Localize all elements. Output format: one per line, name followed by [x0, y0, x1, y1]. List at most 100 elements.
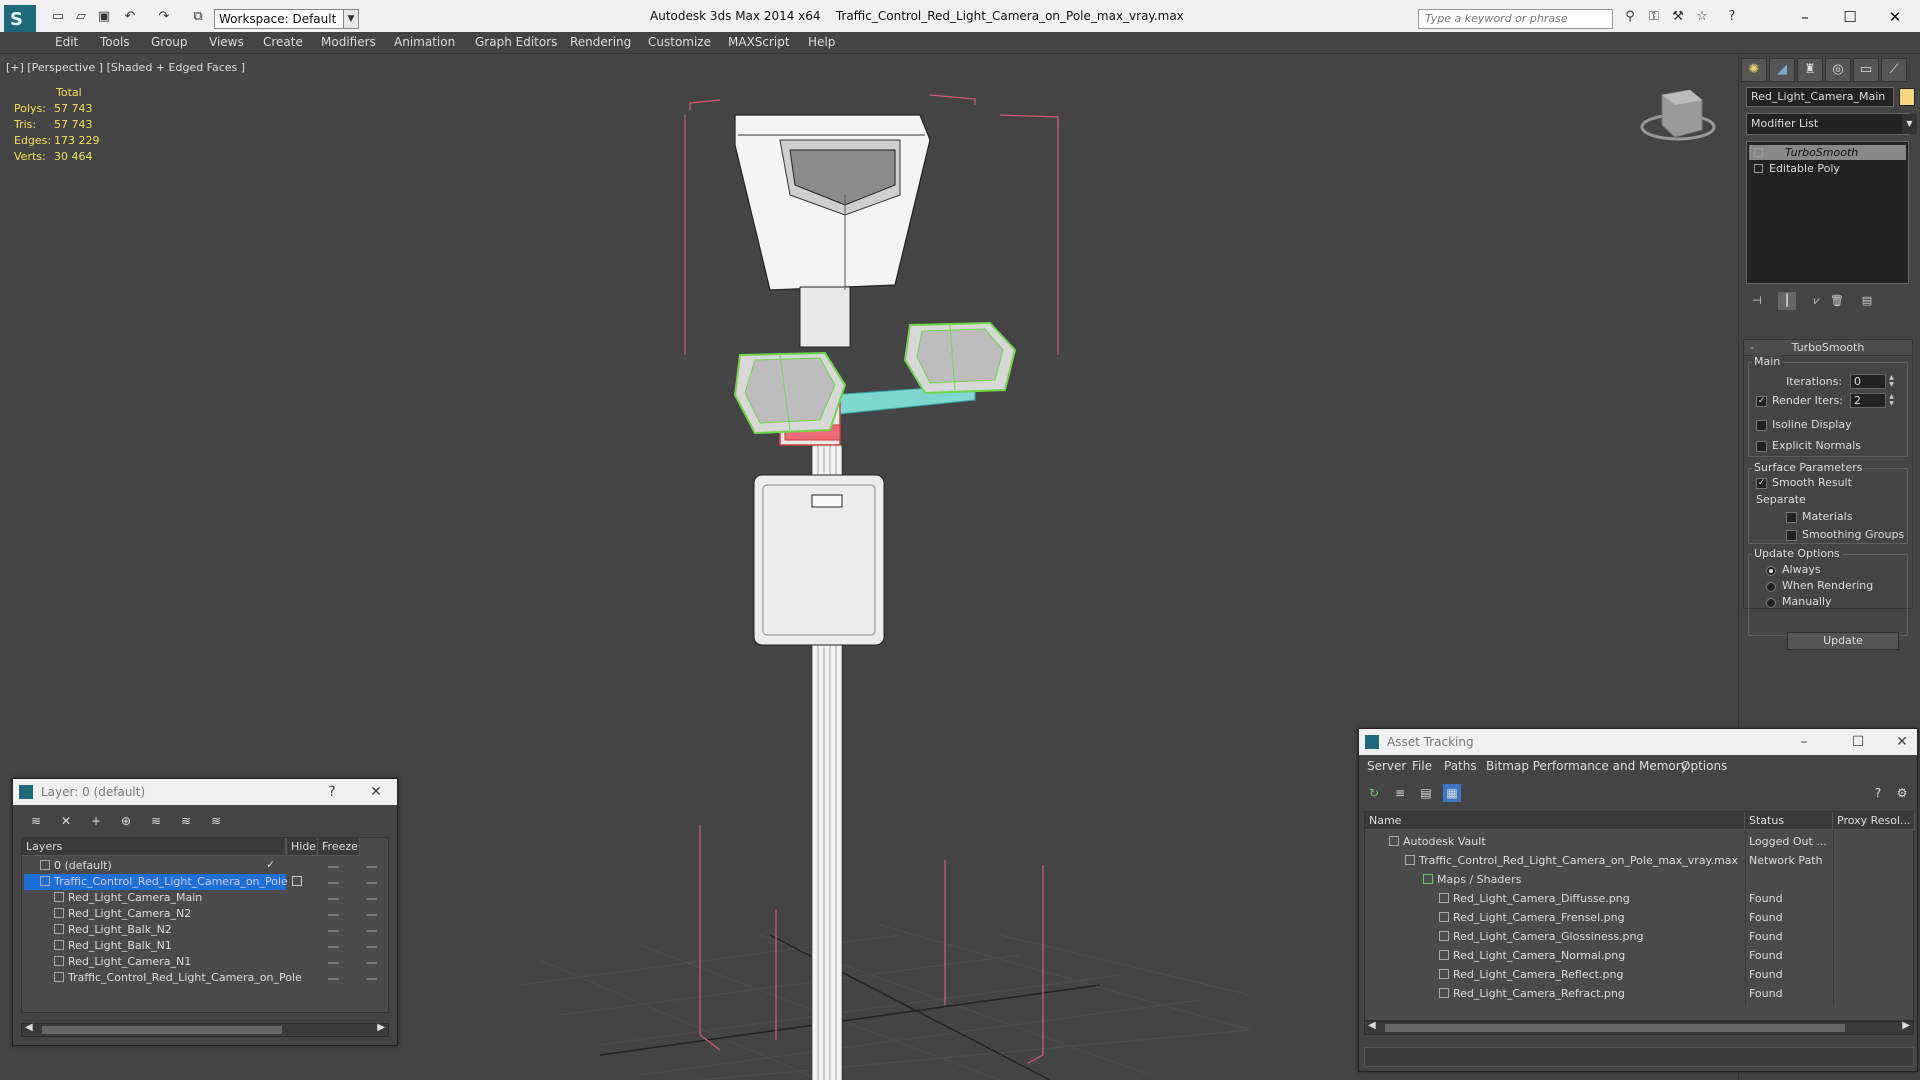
- scroll-left-icon[interactable]: ◀: [1368, 1020, 1376, 1031]
- freeze-toggle[interactable]: [366, 978, 377, 980]
- object-name-field[interactable]: Red_Light_Camera_Main: [1746, 87, 1894, 107]
- object-row[interactable]: Red_Light_Balk_N1: [22, 938, 362, 954]
- stack-item-editable-poly[interactable]: Editable Poly: [1749, 161, 1906, 176]
- search-input[interactable]: Type a keyword or phrase: [1418, 9, 1613, 29]
- close-button[interactable]: ✕: [361, 779, 391, 805]
- open-file-icon[interactable]: ▱: [73, 9, 89, 25]
- layer-horizontal-scrollbar[interactable]: ◀ ▶: [21, 1022, 389, 1037]
- column-current[interactable]: [258, 838, 286, 856]
- binoculars-icon[interactable]: ⚲: [1622, 9, 1638, 25]
- checkmark-icon[interactable]: ✓: [266, 858, 275, 871]
- viewcube-icon[interactable]: [1640, 89, 1716, 141]
- asset-menu-paths[interactable]: Paths: [1444, 759, 1477, 773]
- render-iters-spinner[interactable]: 2: [1850, 393, 1886, 408]
- hierarchy-tab-icon[interactable]: ♜: [1797, 58, 1823, 82]
- menu-animation[interactable]: Animation: [394, 35, 455, 49]
- settings-icon[interactable]: ⚙: [1893, 784, 1911, 802]
- project-folder-icon[interactable]: ⧉: [190, 9, 206, 25]
- hide-toggle[interactable]: [328, 978, 339, 980]
- object-row[interactable]: Red_Light_Camera_N2: [22, 906, 362, 922]
- hide-toggle[interactable]: [328, 930, 339, 932]
- minimize-button[interactable]: –: [1789, 729, 1819, 755]
- update-button[interactable]: Update: [1787, 632, 1899, 650]
- menu-tools[interactable]: Tools: [100, 35, 130, 49]
- new-file-icon[interactable]: ▭: [50, 9, 66, 25]
- hide-toggle[interactable]: [328, 898, 339, 900]
- isoline-checkbox[interactable]: [1756, 420, 1767, 431]
- asset-menu-file[interactable]: File: [1412, 759, 1432, 773]
- asset-table[interactable]: Name Status Proxy Resol... Autodesk Vaul…: [1364, 811, 1915, 1021]
- workspace-dropdown[interactable]: Workspace: Default: [214, 9, 359, 29]
- modifier-stack[interactable]: TurboSmooth Editable Poly: [1746, 141, 1909, 284]
- spinner-arrows-icon[interactable]: ▲ ▼: [1887, 374, 1896, 389]
- smoothing-groups-checkbox[interactable]: [1786, 530, 1797, 541]
- render-iters-checkbox[interactable]: ✓: [1756, 396, 1767, 407]
- asset-row[interactable]: Red_Light_Camera_Frensel.png: [1365, 910, 1915, 926]
- help-button[interactable]: ?: [317, 779, 347, 805]
- wrench-icon[interactable]: ⚒: [1670, 9, 1686, 25]
- hide-toggle[interactable]: [328, 914, 339, 916]
- menu-rendering[interactable]: Rendering: [570, 35, 631, 49]
- chevron-down-icon[interactable]: ▼: [343, 9, 359, 29]
- when-rendering-radio[interactable]: [1766, 582, 1776, 592]
- object-color-swatch[interactable]: [1899, 88, 1915, 106]
- scroll-left-icon[interactable]: ◀: [25, 1022, 33, 1033]
- smooth-result-checkbox[interactable]: ✓: [1756, 478, 1767, 489]
- save-icon[interactable]: ▣: [96, 9, 112, 25]
- freeze-toggle[interactable]: [366, 882, 377, 884]
- menu-maxscript[interactable]: MAXScript: [728, 35, 790, 49]
- scroll-right-icon[interactable]: ▶: [1902, 1020, 1910, 1031]
- column-layers[interactable]: Layers: [22, 838, 286, 856]
- undo-icon[interactable]: ↶: [122, 9, 138, 25]
- spinner-arrows-icon[interactable]: ▲ ▼: [1887, 393, 1896, 408]
- materials-checkbox[interactable]: [1786, 512, 1797, 523]
- menu-customize[interactable]: Customize: [648, 35, 711, 49]
- chevron-down-icon[interactable]: ▼: [1902, 114, 1917, 134]
- object-row[interactable]: Red_Light_Balk_N2: [22, 922, 362, 938]
- asset-row[interactable]: Red_Light_Camera_Refract.png: [1365, 986, 1915, 1002]
- key-icon[interactable]: ⚿: [1646, 9, 1662, 25]
- iterations-spinner[interactable]: 0: [1850, 374, 1886, 389]
- freeze-toggle[interactable]: [366, 866, 377, 868]
- hide-toggle[interactable]: [328, 866, 339, 868]
- minimize-button[interactable]: –: [1790, 6, 1820, 28]
- hide-toggle[interactable]: [328, 962, 339, 964]
- configure-sets-icon[interactable]: ▤: [1858, 292, 1876, 310]
- scroll-right-icon[interactable]: ▶: [377, 1022, 385, 1033]
- asset-row[interactable]: Autodesk Vault: [1365, 834, 1915, 850]
- lightbulb-icon[interactable]: [1754, 148, 1763, 157]
- utilities-tab-icon[interactable]: ⟋: [1881, 58, 1907, 82]
- pin-stack-icon[interactable]: ⊣: [1748, 292, 1766, 310]
- hide-toggle[interactable]: [328, 882, 339, 884]
- asset-row[interactable]: Red_Light_Camera_Reflect.png: [1365, 967, 1915, 983]
- remove-modifier-icon[interactable]: 🗑: [1828, 292, 1846, 310]
- menu-create[interactable]: Create: [263, 35, 303, 49]
- asset-menu-server[interactable]: Server: [1367, 759, 1406, 773]
- close-button[interactable]: ✕: [1880, 6, 1910, 28]
- hide-all-icon[interactable]: ≋: [177, 812, 195, 830]
- motion-tab-icon[interactable]: ◎: [1825, 58, 1851, 82]
- menu-views[interactable]: Views: [209, 35, 244, 49]
- menu-group[interactable]: Group: [151, 35, 188, 49]
- collapse-icon[interactable]: -: [1750, 340, 1754, 356]
- asset-menu-bitmap[interactable]: Bitmap Performance and Memory: [1486, 759, 1688, 773]
- help-icon[interactable]: ?: [1869, 784, 1887, 802]
- scrollbar-thumb[interactable]: [42, 1026, 282, 1034]
- scrollbar-thumb[interactable]: [1385, 1024, 1845, 1032]
- asset-menu-options[interactable]: Options: [1681, 759, 1727, 773]
- asset-dialog-title[interactable]: Asset Tracking: [1359, 729, 1917, 755]
- help-icon[interactable]: ?: [1724, 9, 1740, 25]
- new-layer-icon[interactable]: ≋: [27, 812, 45, 830]
- redo-icon[interactable]: ↷: [156, 9, 172, 25]
- layer-row[interactable]: 0 (default): [22, 858, 362, 874]
- menu-graph-editors[interactable]: Graph Editors: [475, 35, 557, 49]
- delete-layer-icon[interactable]: ✕: [57, 812, 75, 830]
- stack-item-turbosmooth[interactable]: TurboSmooth: [1749, 145, 1906, 160]
- object-row[interactable]: Red_Light_Camera_Main: [22, 890, 362, 906]
- star-icon[interactable]: ☆: [1694, 9, 1710, 25]
- select-objects-icon[interactable]: ⊕: [117, 812, 135, 830]
- detail-view-icon[interactable]: ▤: [1417, 784, 1435, 802]
- modifier-list-dropdown[interactable]: Modifier List ▼: [1746, 113, 1917, 135]
- make-unique-icon[interactable]: ⩗: [1808, 292, 1826, 310]
- freeze-toggle[interactable]: [366, 946, 377, 948]
